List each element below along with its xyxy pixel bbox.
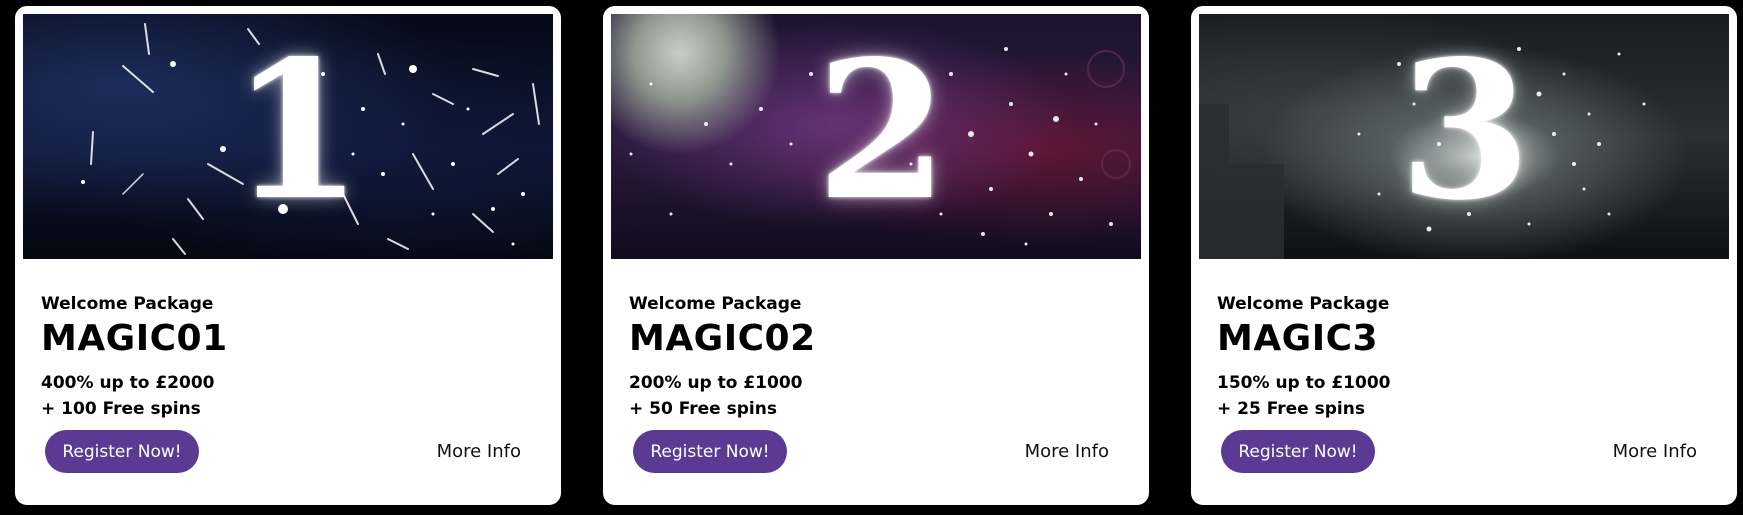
card-actions-1: Register Now! More Info [45,430,531,473]
offer-spins-line: + 100 Free spins [41,399,201,419]
offer-details: 200% up to £1000 + 50 Free spins [629,370,1123,422]
banner-image-2: 2 [611,14,1141,259]
promo-code: MAGIC3 [1217,318,1379,359]
card-actions-2: Register Now! More Info [633,430,1119,473]
register-button[interactable]: Register Now! [45,430,199,473]
banner-image-3: 3 [1199,14,1729,259]
card-content-3: Welcome Package MAGIC3 150% up to £1000 … [1217,294,1711,422]
bonus-cards-row: 1 Welcome Package MAGIC01 400% up to £20… [0,0,1743,515]
promo-code: MAGIC02 [629,318,816,359]
package-label: Welcome Package [41,294,214,314]
register-button[interactable]: Register Now! [1221,430,1375,473]
package-label: Welcome Package [1217,294,1390,314]
offer-bonus-line: 150% up to £1000 [1217,373,1391,393]
more-info-link[interactable]: More Info [1613,430,1697,473]
banner-number-3: 3 [1399,19,1532,242]
offer-bonus-line: 400% up to £2000 [41,373,215,393]
offer-details: 400% up to £2000 + 100 Free spins [41,370,535,422]
banner-number-2: 2 [816,19,949,242]
card-content-2: Welcome Package MAGIC02 200% up to £1000… [629,294,1123,422]
offer-spins-line: + 25 Free spins [1217,399,1365,419]
promo-code: MAGIC01 [41,318,228,359]
offer-bonus-line: 200% up to £1000 [629,373,803,393]
register-button[interactable]: Register Now! [633,430,787,473]
bonus-card-1: 1 Welcome Package MAGIC01 400% up to £20… [15,6,561,505]
bonus-card-2: 2 Welcome Package MAGIC02 200% up to £10… [603,6,1149,505]
banner-number-1: 1 [231,19,364,242]
offer-spins-line: + 50 Free spins [629,399,777,419]
offer-details: 150% up to £1000 + 25 Free spins [1217,370,1711,422]
package-label: Welcome Package [629,294,802,314]
more-info-link[interactable]: More Info [437,430,521,473]
card-actions-3: Register Now! More Info [1221,430,1707,473]
banner-image-1: 1 [23,14,553,259]
more-info-link[interactable]: More Info [1025,430,1109,473]
bonus-card-3: 3 Welcome Package MAGIC3 150% up to £100… [1191,6,1737,505]
card-content-1: Welcome Package MAGIC01 400% up to £2000… [41,294,535,422]
